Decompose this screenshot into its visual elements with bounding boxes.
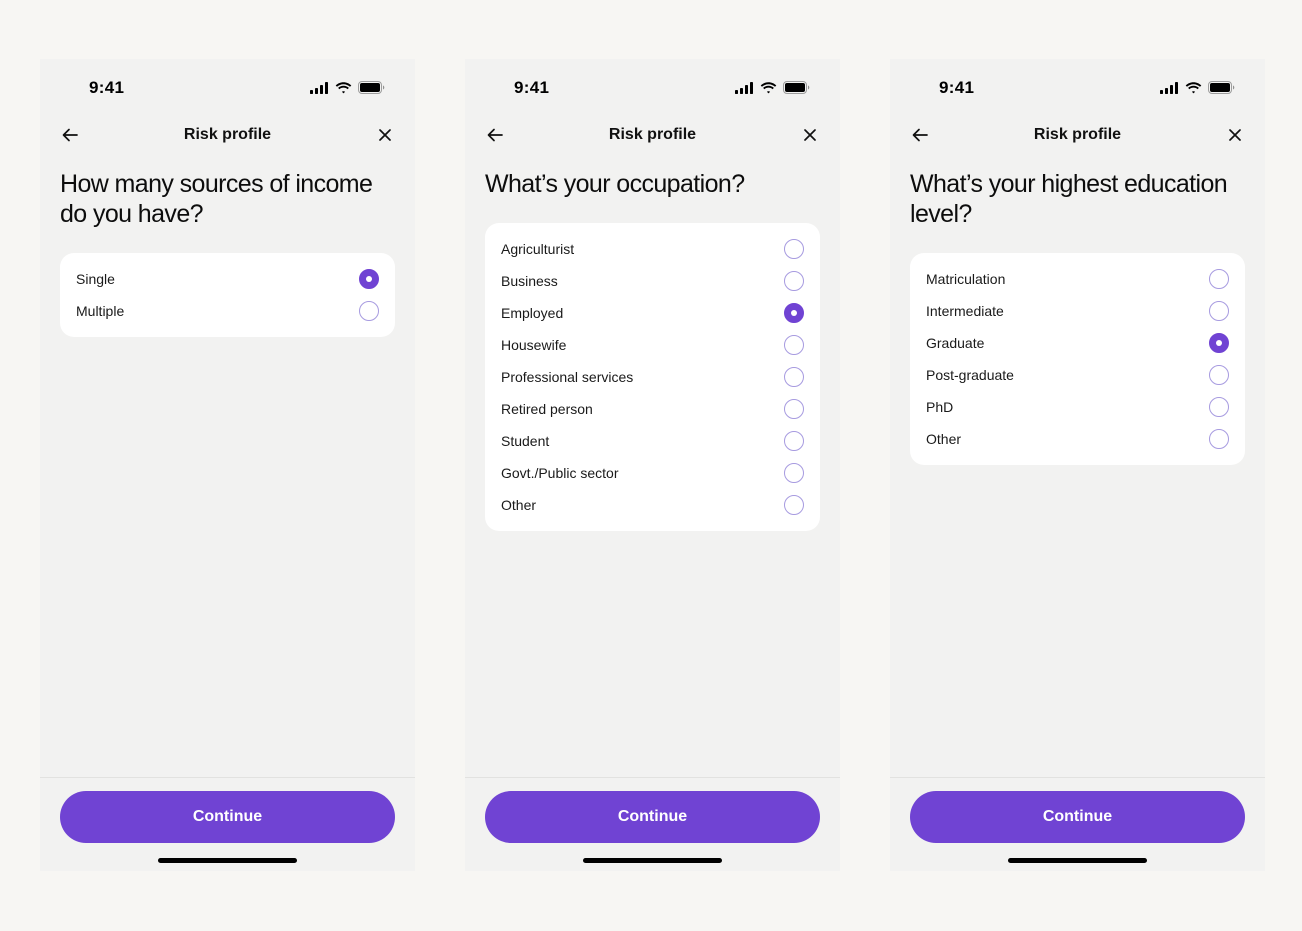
radio-button[interactable]: [359, 269, 379, 289]
close-button[interactable]: [375, 125, 395, 145]
radio-button[interactable]: [1209, 269, 1229, 289]
option-professional-services[interactable]: Professional services: [501, 361, 804, 393]
wifi-icon: [760, 81, 777, 93]
status-bar: 9:41: [465, 59, 840, 117]
status-time: 9:41: [89, 78, 125, 97]
option-label: Employed: [501, 305, 564, 321]
footer: Continue: [890, 777, 1265, 871]
radio-button[interactable]: [359, 301, 379, 321]
option-retired-person[interactable]: Retired person: [501, 393, 804, 425]
status-bar: 9:41: [890, 59, 1265, 117]
home-indicator: [158, 858, 297, 863]
battery-icon: [358, 81, 385, 94]
option-label: PhD: [926, 399, 954, 415]
radio-button[interactable]: [784, 239, 804, 259]
battery-icon: [783, 81, 810, 94]
continue-button[interactable]: Continue: [485, 791, 820, 843]
page-title: Risk profile: [608, 126, 697, 143]
footer: Continue: [465, 777, 840, 871]
option-matriculation[interactable]: Matriculation: [926, 263, 1229, 295]
radio-button[interactable]: [1209, 301, 1229, 321]
signal-icon: [735, 81, 753, 94]
signal-icon: [1160, 81, 1178, 94]
close-button[interactable]: [1225, 125, 1245, 145]
radio-button[interactable]: [784, 335, 804, 355]
option-other[interactable]: Other: [926, 423, 1229, 455]
phone-screen-education: 9:41 Risk profile What’s your highest ed…: [890, 59, 1265, 871]
status-icons: [735, 81, 810, 94]
option-post-graduate[interactable]: Post-graduate: [926, 359, 1229, 391]
question-heading: What’s your highest education level?: [910, 170, 1228, 228]
wifi-icon: [1185, 81, 1202, 93]
radio-button[interactable]: [784, 399, 804, 419]
page-title: Risk profile: [1033, 126, 1122, 143]
radio-button[interactable]: [1209, 397, 1229, 417]
close-icon: [804, 129, 816, 141]
close-icon: [379, 129, 391, 141]
radio-button[interactable]: [784, 431, 804, 451]
nav-bar: Risk profile: [465, 117, 840, 153]
radio-button[interactable]: [784, 367, 804, 387]
page-title: Risk profile: [183, 126, 272, 143]
option-business[interactable]: Business: [501, 265, 804, 297]
option-label: Multiple: [76, 303, 125, 319]
status-icons: [310, 81, 385, 94]
option-intermediate[interactable]: Intermediate: [926, 295, 1229, 327]
home-indicator: [583, 858, 722, 863]
option-label: Graduate: [926, 335, 985, 351]
options-card: Agriculturist Business Employed Housewif…: [485, 223, 820, 531]
option-label: Student: [501, 433, 550, 449]
radio-button[interactable]: [1209, 333, 1229, 353]
radio-button[interactable]: [784, 303, 804, 323]
option-multiple[interactable]: Multiple: [76, 295, 379, 327]
option-label: Agriculturist: [501, 241, 575, 257]
option-single[interactable]: Single: [76, 263, 379, 295]
question-heading: How many sources of income do you have?: [60, 170, 373, 228]
home-indicator: [1008, 858, 1147, 863]
status-time: 9:41: [939, 78, 975, 97]
radio-button[interactable]: [1209, 365, 1229, 385]
nav-bar: Risk profile: [40, 117, 415, 153]
option-govt-public-sector[interactable]: Govt./Public sector: [501, 457, 804, 489]
phone-screen-occupation: 9:41 Risk profile What’s your occupation…: [465, 59, 840, 871]
option-label: Housewife: [501, 337, 567, 353]
option-other[interactable]: Other: [501, 489, 804, 521]
option-graduate[interactable]: Graduate: [926, 327, 1229, 359]
option-employed[interactable]: Employed: [501, 297, 804, 329]
option-housewife[interactable]: Housewife: [501, 329, 804, 361]
option-phd[interactable]: PhD: [926, 391, 1229, 423]
option-student[interactable]: Student: [501, 425, 804, 457]
option-label: Matriculation: [926, 271, 1006, 287]
close-button[interactable]: [800, 125, 820, 145]
options-card: Matriculation Intermediate Graduate Post…: [910, 253, 1245, 465]
radio-button[interactable]: [784, 495, 804, 515]
option-label: Other: [926, 431, 962, 447]
battery-icon: [1208, 81, 1235, 94]
status-bar: 9:41: [40, 59, 415, 117]
option-agriculturist[interactable]: Agriculturist: [501, 233, 804, 265]
option-label: Intermediate: [926, 303, 1004, 319]
nav-bar: Risk profile: [890, 117, 1265, 153]
radio-button[interactable]: [1209, 429, 1229, 449]
option-label: Govt./Public sector: [501, 465, 619, 481]
option-label: Other: [501, 497, 537, 513]
continue-button[interactable]: Continue: [60, 791, 395, 843]
option-label: Post-graduate: [926, 367, 1014, 383]
radio-button[interactable]: [784, 271, 804, 291]
status-icons: [1160, 81, 1235, 94]
option-label: Retired person: [501, 401, 593, 417]
option-label: Single: [76, 271, 115, 287]
wifi-icon: [335, 81, 352, 93]
option-label: Business: [501, 273, 558, 289]
status-time: 9:41: [514, 78, 550, 97]
footer: Continue: [40, 777, 415, 871]
radio-button[interactable]: [784, 463, 804, 483]
phone-screen-income: 9:41 Risk profile How many sources of in…: [40, 59, 415, 871]
continue-button[interactable]: Continue: [910, 791, 1245, 843]
options-card: Single Multiple: [60, 253, 395, 337]
close-icon: [1229, 129, 1241, 141]
question-heading: What’s your occupation?: [485, 170, 745, 198]
signal-icon: [310, 81, 328, 94]
option-label: Professional services: [501, 369, 634, 385]
